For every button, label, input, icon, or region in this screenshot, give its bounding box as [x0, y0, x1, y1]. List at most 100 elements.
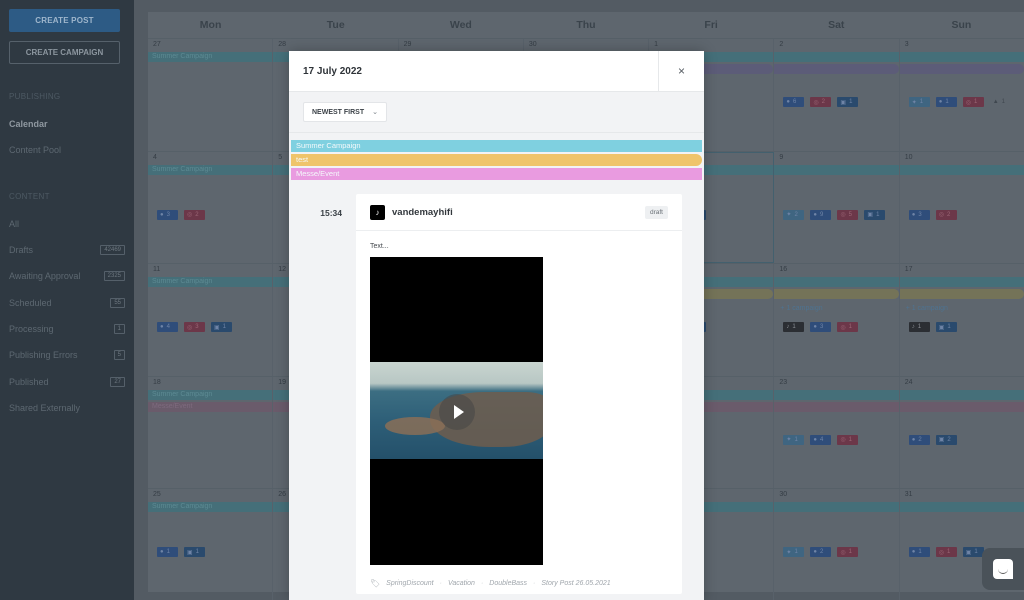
post-card[interactable]: ♪ vandemayhifi draft Text... 🏷 SpringDis… — [356, 194, 682, 594]
calendar-day-cell[interactable]: 2 ● 6 ◎ 2 ▣ 1 — [774, 39, 900, 151]
post-count-chip[interactable]: ● 9 — [810, 209, 832, 220]
campaign-bar[interactable]: Messe/Event — [148, 401, 273, 412]
campaign-bar[interactable] — [899, 164, 1024, 175]
post-count-chip[interactable]: ✦ 1 — [783, 434, 805, 445]
video-preview[interactable] — [370, 257, 543, 565]
campaign-bar[interactable] — [774, 401, 899, 412]
tag-icon: 🏷 — [370, 579, 381, 588]
sidebar-item-calendar[interactable]: Calendar — [9, 111, 125, 137]
create-post-button[interactable]: CREATE POST — [9, 9, 120, 32]
campaign-bar[interactable]: Summer Campaign — [148, 164, 273, 175]
calendar-day-cell[interactable]: 3 ✦ 1 ● 1 ◎ 1 ▲ 1 — [899, 39, 1024, 151]
calendar-day-cell[interactable]: 9 ✦ 2 ● 9 ◎ 5 ▣ 1 — [774, 151, 900, 263]
post-count-chip[interactable]: ▣ 2 — [935, 434, 957, 445]
post-count: 1 — [945, 99, 949, 105]
campaign-bar[interactable] — [899, 502, 1024, 512]
post-count-chip[interactable]: ◎ 1 — [837, 322, 859, 332]
calendar-day-cell[interactable]: 11 Summer Campaign ● 4 ◎ 3 ▣ 1 — [148, 264, 274, 376]
campaign-bar[interactable] — [774, 52, 899, 62]
sidebar-item-content-pool[interactable]: Content Pool — [9, 137, 125, 163]
campaign-bar-test[interactable]: test — [291, 154, 702, 166]
sidebar-item-publishing-errors[interactable]: Publishing Errors 5 — [9, 342, 125, 368]
calendar-day-cell[interactable]: 25 Summer Campaign ● 1 ▣ 1 — [148, 489, 274, 600]
post-count-chip[interactable]: ▣1 — [837, 97, 859, 107]
close-icon[interactable]: × — [658, 51, 704, 92]
post-count-chip[interactable]: ● 1 — [157, 547, 178, 557]
sidebar-item-drafts[interactable]: Drafts 42469 — [9, 237, 125, 263]
more-campaign-link[interactable]: + 1 campaign — [780, 305, 822, 312]
sidebar-item-shared-externally[interactable]: Shared Externally — [9, 395, 125, 421]
campaign-bar[interactable]: Summer Campaign — [148, 277, 273, 287]
post-count-chip[interactable]: ✦ 1 — [783, 547, 805, 557]
sidebar-item-all[interactable]: All — [9, 211, 125, 237]
post-count-chip[interactable]: ✦ 1 — [908, 97, 930, 107]
campaign-bar[interactable] — [774, 277, 899, 287]
campaign-bar-messe[interactable]: Messe/Event — [291, 168, 702, 180]
post-count-chip[interactable]: ♪ 1 — [908, 322, 930, 332]
post-count-chip[interactable]: ♪ 1 — [783, 322, 805, 332]
calendar-day-cell[interactable]: 24 ● 2 ▣ 2 — [899, 377, 1024, 489]
post-count-chip[interactable]: ● 6 — [783, 97, 805, 107]
campaign-bar[interactable] — [774, 164, 899, 175]
calendar-day-cell[interactable]: 4 Summer Campaign ● 3 ◎ 2 — [148, 151, 274, 263]
post-count-chip[interactable]: ▲ 1 — [990, 97, 1011, 107]
calendar-day-cell[interactable]: 18 Summer Campaign Messe/Event — [148, 376, 274, 488]
campaign-bar[interactable] — [899, 277, 1024, 287]
post-count-chip[interactable]: ◎2 — [810, 97, 832, 107]
campaign-bar[interactable] — [774, 502, 899, 512]
campaign-bar[interactable]: Summer Campaign — [148, 502, 273, 512]
campaign-bar[interactable]: Summer Campaign — [148, 52, 273, 62]
post-count-chip[interactable]: ✦ 2 — [783, 209, 805, 220]
post-count-chip[interactable]: ◎ 3 — [184, 322, 205, 332]
post-count-chip[interactable]: ▣1 — [962, 547, 984, 557]
campaign-bar[interactable] — [899, 289, 1024, 299]
campaign-bar[interactable] — [774, 289, 899, 299]
sort-dropdown[interactable]: NEWEST FIRST ⌄ — [303, 102, 387, 122]
campaign-bar[interactable] — [899, 401, 1024, 412]
post-count-chip[interactable]: ● 3 — [157, 209, 178, 220]
post-count-chip[interactable]: ◎ 1 — [837, 547, 859, 557]
post-count-chip[interactable]: ● 3 — [810, 322, 832, 332]
post-count-chip[interactable]: ◎ 1 — [935, 547, 957, 557]
post-count-chip[interactable]: ▣1 — [935, 322, 957, 332]
post-count-chip[interactable]: ◎5 — [837, 209, 859, 220]
campaign-bar-summer[interactable]: Summer Campaign — [291, 140, 702, 152]
sidebar-item-processing[interactable]: Processing 1 — [9, 316, 125, 342]
campaign-bar[interactable] — [899, 64, 1024, 74]
sidebar-item-published[interactable]: Published 27 — [9, 368, 125, 394]
campaign-bar[interactable] — [774, 64, 899, 74]
post-count-chip[interactable]: ● 3 — [908, 209, 930, 220]
campaign-bar[interactable] — [899, 52, 1024, 62]
post-count-chip[interactable]: ◎ 1 — [962, 97, 984, 107]
post-count-chip[interactable]: ● 2 — [810, 547, 832, 557]
post-count-chip[interactable]: ▣1 — [864, 209, 886, 220]
calendar-day-cell[interactable]: 23 ✦ 1 ● 4 ◎ 1 — [774, 376, 900, 488]
post-count-chip[interactable]: ◎ 1 — [837, 434, 859, 445]
chat-widget[interactable] — [982, 548, 1024, 590]
sidebar-item-scheduled[interactable]: Scheduled 55 — [9, 289, 125, 315]
campaign-bar[interactable]: Summer Campaign — [148, 389, 273, 400]
create-campaign-button[interactable]: CREATE CAMPAIGN — [9, 41, 120, 64]
post-count-chip[interactable]: ● 1 — [935, 97, 957, 107]
post-count-chip[interactable]: ● 4 — [157, 322, 178, 332]
day-number: 5 — [278, 153, 283, 161]
post-count-chip[interactable]: ◎2 — [184, 209, 205, 220]
post-count-chip[interactable]: ▣1 — [184, 547, 205, 557]
calendar-day-cell[interactable]: 10 ● 3 ◎ 2 — [899, 152, 1024, 264]
campaign-bar[interactable] — [899, 389, 1024, 400]
calendar-day-cell[interactable]: 27 Summer Campaign — [148, 39, 274, 151]
post-text: Text... — [370, 243, 389, 250]
post-count-chip[interactable]: ● 2 — [908, 434, 930, 445]
post-count-chip[interactable]: ● 1 — [908, 547, 930, 557]
post-count-chip[interactable]: ● 4 — [810, 434, 832, 445]
calendar-day-cell[interactable]: 30 ✦ 1 ● 2 ◎ 1 — [774, 489, 900, 600]
calendar-day-cell[interactable]: 16 + 1 campaign ♪ 1 ● 3 ◎ 1 — [774, 264, 900, 376]
calendar-day-cell[interactable]: 17 + 1 campaign ♪ 1 ▣ 1 — [899, 264, 1024, 376]
day-number: 1 — [654, 41, 659, 48]
more-campaign-link[interactable]: + 1 campaign — [906, 305, 948, 312]
post-count-chip[interactable]: ◎2 — [935, 209, 957, 220]
play-icon[interactable] — [439, 394, 475, 430]
post-count-chip[interactable]: ▣1 — [211, 322, 232, 332]
campaign-bar[interactable] — [774, 389, 899, 400]
sidebar-item-awaiting-approval[interactable]: Awaiting Approval 2325 — [9, 263, 125, 289]
